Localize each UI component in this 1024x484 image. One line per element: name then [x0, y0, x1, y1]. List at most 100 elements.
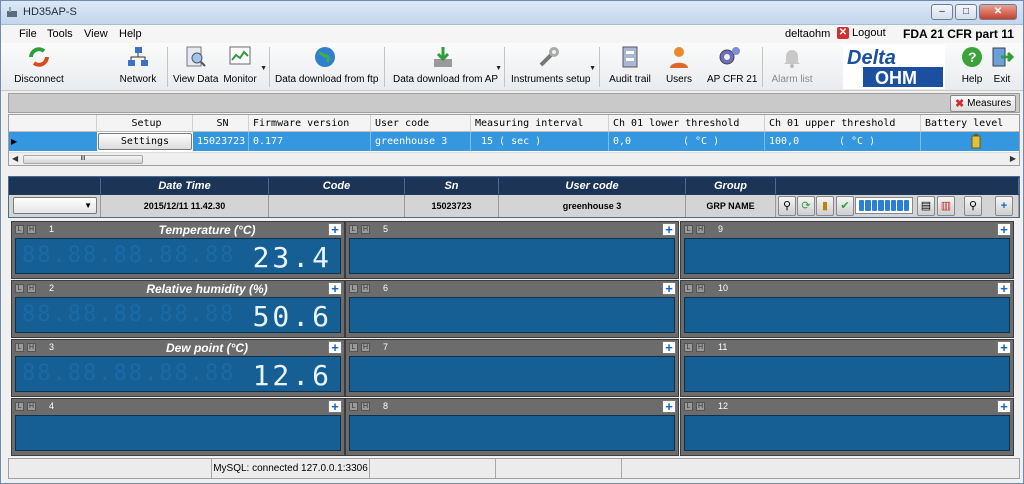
cell-measuring-interval[interactable]: 15 ( sec ) — [471, 132, 609, 151]
measures-button[interactable]: ✖ Measures — [950, 95, 1016, 112]
grid-header-user-code[interactable]: User code — [371, 115, 471, 132]
menu-file[interactable]: File — [19, 28, 37, 40]
exit-button[interactable]: Exit — [989, 45, 1015, 85]
add-channel-icon[interactable]: + — [662, 282, 676, 295]
cell-lower-threshold[interactable]: 0,0 ( °C ) — [609, 132, 765, 151]
menu-help[interactable]: Help — [119, 28, 142, 40]
download-ap-dropdown-icon[interactable]: ▼ — [495, 65, 502, 72]
minimize-button[interactable]: – — [931, 4, 953, 20]
help-button[interactable]: ? Help — [959, 45, 985, 85]
high-alarm-indicator[interactable]: H — [361, 402, 370, 411]
add-channel-icon[interactable]: + — [662, 341, 676, 354]
disconnect-button[interactable]: Disconnect — [13, 45, 65, 85]
add-channel-icon[interactable]: + — [997, 341, 1011, 354]
cell-sn[interactable]: 15023723 — [193, 132, 249, 151]
maximize-button[interactable]: □ — [955, 4, 977, 20]
view-data-button[interactable]: View Data — [173, 45, 218, 85]
instruments-dropdown-icon[interactable]: ▼ — [589, 65, 596, 72]
low-alarm-indicator[interactable]: L — [349, 343, 358, 352]
grid-header-measuring-interval[interactable]: Measuring interval — [471, 115, 609, 132]
cell-battery[interactable] — [921, 132, 1019, 151]
instruments-setup-button[interactable]: Instruments setup ▼ — [511, 45, 596, 85]
menu-view[interactable]: View — [84, 28, 108, 40]
ap-cfr21-label: AP CFR 21 — [707, 74, 758, 85]
cell-firmware[interactable]: 0.177 — [249, 132, 371, 151]
cell-user-code[interactable]: greenhouse 3 — [371, 132, 471, 151]
alarm-list-button[interactable]: Alarm list — [771, 45, 813, 85]
grid-header-lower-threshold[interactable]: Ch 01 lower threshold — [609, 115, 765, 132]
add-channel-icon[interactable]: + — [997, 400, 1011, 413]
device-select[interactable]: ▼ — [13, 197, 97, 214]
high-alarm-indicator[interactable]: H — [27, 402, 36, 411]
low-alarm-indicator[interactable]: L — [684, 402, 693, 411]
add-channel-icon[interactable]: + — [328, 223, 342, 236]
grid-header-battery[interactable]: Battery level — [921, 115, 1019, 132]
users-button[interactable]: Users — [665, 45, 693, 85]
low-alarm-indicator[interactable]: L — [15, 343, 24, 352]
low-alarm-indicator[interactable]: L — [684, 225, 693, 234]
scroll-right-icon[interactable]: ▶ — [1010, 154, 1016, 163]
add-channel-icon[interactable]: + — [328, 341, 342, 354]
high-alarm-indicator[interactable]: H — [361, 284, 370, 293]
monitor-button[interactable]: Monitor ▼ — [222, 45, 267, 85]
display-background: 88.88.88.88.88 — [22, 243, 236, 268]
low-alarm-indicator[interactable]: L — [15, 402, 24, 411]
close-window-button[interactable]: ✕ — [979, 4, 1017, 20]
logout-link[interactable]: ✕ Logout — [837, 27, 886, 39]
grid-header-sn[interactable]: SN — [193, 115, 249, 132]
probe-icon-button[interactable]: ⚲ — [778, 196, 796, 216]
high-alarm-indicator[interactable]: H — [696, 402, 705, 411]
low-alarm-indicator[interactable]: L — [15, 284, 24, 293]
toolbar: Disconnect Network View Data Monitor ▼ D… — [1, 43, 1023, 91]
magnifier-icon: ⚲ — [968, 200, 978, 212]
low-alarm-indicator[interactable]: L — [349, 284, 358, 293]
grid-header-upper-threshold[interactable]: Ch 01 upper threshold — [765, 115, 921, 132]
monitor-dropdown-icon[interactable]: ▼ — [260, 65, 267, 72]
zoom-button[interactable]: ⚲ — [964, 196, 982, 216]
document-button[interactable]: ▤ — [917, 196, 935, 216]
low-alarm-indicator[interactable]: L — [684, 284, 693, 293]
add-channel-icon[interactable]: + — [328, 282, 342, 295]
grid-header-firmware[interactable]: Firmware version — [249, 115, 371, 132]
scroll-thumb[interactable]: III — [23, 155, 143, 164]
add-channel-icon[interactable]: + — [997, 223, 1011, 236]
cell-upper-threshold[interactable]: 100,0 ( °C ) — [765, 132, 921, 151]
low-alarm-indicator[interactable]: L — [15, 225, 24, 234]
network-button[interactable]: Network — [118, 45, 158, 85]
horizontal-scrollbar[interactable]: ◀ III ▶ — [9, 152, 1019, 165]
add-button[interactable]: + — [995, 196, 1013, 216]
check-button[interactable]: ✔ — [836, 196, 854, 216]
monitor-icon — [229, 46, 251, 65]
grid-header-setup[interactable]: Setup — [97, 115, 193, 132]
audit-trail-button[interactable]: Audit trail — [608, 45, 652, 85]
low-alarm-indicator[interactable]: L — [349, 225, 358, 234]
high-alarm-indicator[interactable]: H — [696, 225, 705, 234]
add-channel-icon[interactable]: + — [328, 400, 342, 413]
low-alarm-indicator[interactable]: L — [349, 402, 358, 411]
high-alarm-indicator[interactable]: H — [361, 225, 370, 234]
add-channel-icon[interactable]: + — [662, 223, 676, 236]
add-channel-icon[interactable]: + — [662, 400, 676, 413]
high-alarm-indicator[interactable]: H — [696, 284, 705, 293]
status-segment-3 — [370, 459, 496, 478]
status-code — [269, 195, 405, 217]
row-selector[interactable]: ▶ — [9, 132, 97, 151]
scroll-left-icon[interactable]: ◀ — [12, 154, 18, 163]
refresh-icon-button[interactable]: ⟳ — [797, 196, 815, 216]
menu-tools[interactable]: Tools — [47, 28, 73, 40]
high-alarm-indicator[interactable]: H — [27, 225, 36, 234]
channel-panel: L H 9 + — [680, 221, 1014, 279]
battery-status-button[interactable]: ▮ — [816, 196, 834, 216]
ap-cfr21-button[interactable]: AP CFR 21 — [707, 45, 758, 85]
high-alarm-indicator[interactable]: H — [27, 284, 36, 293]
high-alarm-indicator[interactable]: H — [361, 343, 370, 352]
low-alarm-indicator[interactable]: L — [684, 343, 693, 352]
chart-button[interactable]: ▥ — [937, 196, 955, 216]
add-channel-icon[interactable]: + — [997, 282, 1011, 295]
settings-button[interactable]: Settings — [98, 133, 192, 150]
high-alarm-indicator[interactable]: H — [696, 343, 705, 352]
data-download-ftp-button[interactable]: Data download from ftp — [275, 45, 378, 85]
channel-name: Relative humidity (%) — [146, 282, 268, 296]
data-download-ap-button[interactable]: Data download from AP ▼ — [393, 45, 502, 85]
high-alarm-indicator[interactable]: H — [27, 343, 36, 352]
